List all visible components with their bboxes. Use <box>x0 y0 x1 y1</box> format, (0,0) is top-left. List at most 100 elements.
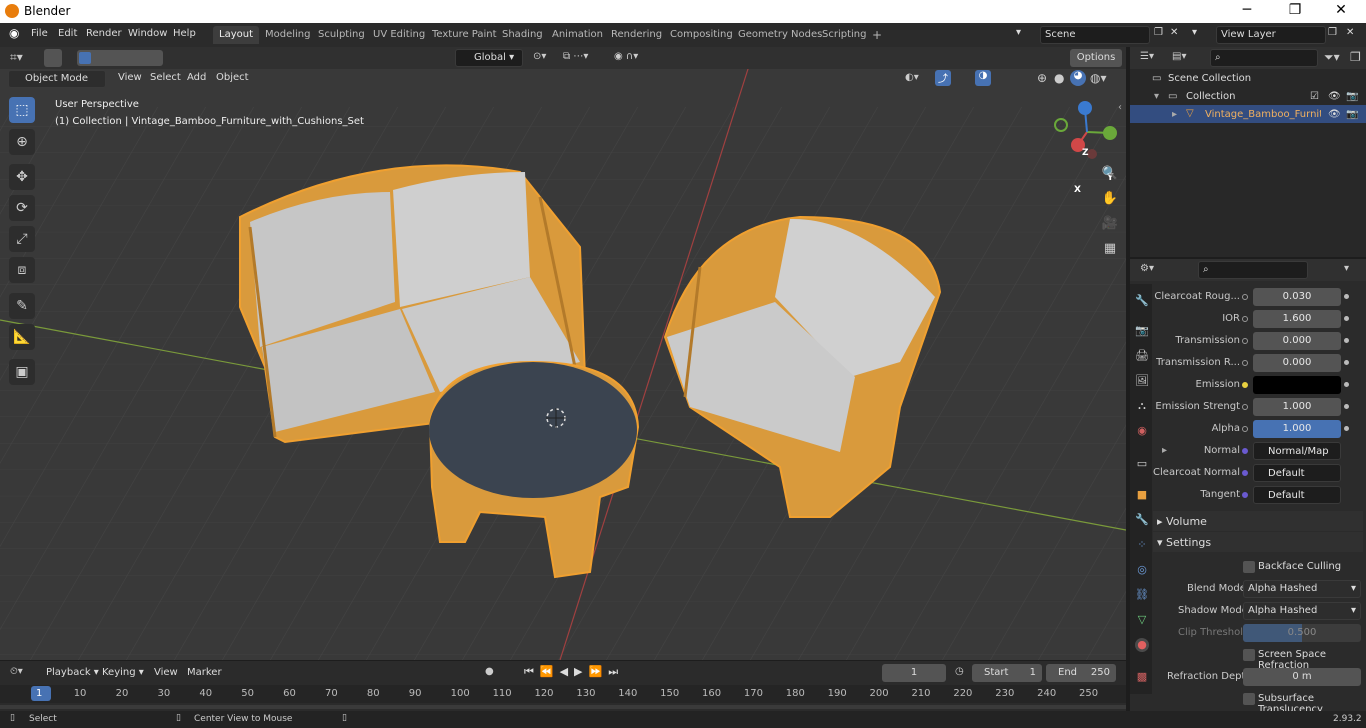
keyframe-icon[interactable] <box>1344 316 1349 321</box>
timeline-menu-playback[interactable]: Playback ▾ <box>46 667 99 678</box>
start-frame-field[interactable]: Start 1 <box>972 664 1042 682</box>
emission-color-field[interactable] <box>1253 376 1341 394</box>
properties-options-icon[interactable]: ▾ <box>1344 263 1349 274</box>
tab-texture-paint[interactable]: Texture Paint <box>426 26 503 44</box>
outliner-search-input[interactable]: ⌕ <box>1210 49 1318 67</box>
object-label[interactable]: Vintage_Bamboo_Furnitu <box>1205 109 1321 120</box>
view-layer-remove-icon[interactable]: ✕ <box>1346 27 1354 38</box>
normal-field[interactable]: Normal/Map <box>1253 442 1341 460</box>
timeline-scrollbar[interactable] <box>0 705 1126 709</box>
scene-collection-label[interactable]: Scene Collection <box>1168 73 1251 84</box>
shading-material-icon[interactable]: ◕ <box>1070 70 1086 86</box>
object-eye-icon[interactable]: 👁 <box>1328 109 1341 120</box>
tangent-field[interactable]: Default <box>1253 486 1341 504</box>
transmission-roughness-field[interactable]: 0.000 <box>1253 354 1341 372</box>
menu-window[interactable]: Window <box>128 28 167 39</box>
menu-edit[interactable]: Edit <box>58 28 77 39</box>
annotate-tool[interactable]: ✎ <box>9 293 35 319</box>
overlay-toggle-icon[interactable]: ◑ <box>975 70 991 86</box>
viewport-menu-select[interactable]: Select <box>150 72 181 83</box>
view-layer-icon[interactable]: ▾ <box>1192 27 1197 38</box>
zoom-icon[interactable]: 🔍 <box>1099 163 1121 185</box>
constraints-tab-icon[interactable]: ⛓ <box>1135 588 1149 602</box>
tab-modeling[interactable]: Modeling <box>259 26 317 44</box>
tool-settings-icon[interactable] <box>44 49 62 67</box>
end-frame-field[interactable]: End 250 <box>1046 664 1116 682</box>
transform-orientation-dropdown[interactable]: Global ▾ <box>455 49 523 67</box>
properties-editor-icon[interactable]: ⚙▾ <box>1140 263 1154 274</box>
sidebar-toggle-icon[interactable]: ‹ <box>1118 102 1122 113</box>
tab-scripting[interactable]: Scripting <box>816 26 872 44</box>
tab-shading[interactable]: Shading <box>496 26 549 44</box>
tab-animation[interactable]: Animation <box>546 26 609 44</box>
select-new-icon[interactable] <box>79 52 91 64</box>
keyframe-icon[interactable] <box>1344 360 1349 365</box>
snap-icon[interactable]: ⧉ ⋯▾ <box>563 51 588 62</box>
select-box-tool[interactable]: ⬚ <box>9 97 35 123</box>
menu-render[interactable]: Render <box>86 28 122 39</box>
scene-icon[interactable]: ▾ <box>1016 27 1021 38</box>
viewport-menu-add[interactable]: Add <box>187 72 206 83</box>
outliner-editor-icon[interactable]: ☰▾ <box>1140 51 1154 62</box>
gizmo-toggle-icon[interactable]: ⤴ <box>935 70 951 86</box>
playback-controls[interactable]: ⏮⏪◀▶⏩⏭ <box>524 665 624 679</box>
add-cube-tool[interactable]: ▣ <box>9 359 35 385</box>
sss-checkbox[interactable] <box>1243 693 1255 705</box>
mode-dropdown[interactable]: Object Mode <box>8 70 106 88</box>
pivot-point-icon[interactable]: ⊙▾ <box>533 51 546 62</box>
scene-copy-icon[interactable]: ❐ <box>1154 27 1163 38</box>
pan-hand-icon[interactable]: ✋ <box>1099 188 1121 210</box>
tab-geometry-nodes[interactable]: Geometry Nodes <box>732 26 828 44</box>
scene-remove-icon[interactable]: ✕ <box>1170 27 1178 38</box>
timeline-editor-icon[interactable]: ⏲▾ <box>10 666 23 677</box>
collection-eye-icon[interactable]: 👁 <box>1328 91 1341 102</box>
options-button[interactable]: Options <box>1070 49 1122 67</box>
viewport-menu-object[interactable]: Object <box>216 72 249 83</box>
refraction-depth-field[interactable]: 0 m <box>1243 668 1361 686</box>
collection-tab-icon[interactable]: ▭ <box>1135 457 1149 471</box>
view-layer-field[interactable]: View Layer <box>1216 26 1326 44</box>
properties-search-input[interactable]: ⌕ <box>1198 261 1308 279</box>
view-layer-tab-icon[interactable]: 🖼 <box>1135 374 1149 388</box>
move-tool[interactable]: ✥ <box>9 164 35 190</box>
collection-checkbox-icon[interactable]: ☑ <box>1310 91 1319 102</box>
keyframe-icon[interactable] <box>1344 426 1349 431</box>
output-tab-icon[interactable]: 🖨 <box>1135 349 1149 363</box>
transmission-field[interactable]: 0.000 <box>1253 332 1341 350</box>
add-workspace-icon[interactable]: + <box>866 26 888 44</box>
keyframe-icon[interactable] <box>1344 382 1349 387</box>
physics-tab-icon[interactable]: ◎ <box>1135 563 1149 577</box>
collection-label[interactable]: Collection <box>1186 91 1235 102</box>
tab-rendering[interactable]: Rendering <box>605 26 668 44</box>
shading-solid-icon[interactable]: ● <box>1054 71 1064 85</box>
ior-field[interactable]: 1.600 <box>1253 310 1341 328</box>
particles-tab-icon[interactable]: ⁘ <box>1135 538 1149 552</box>
minimize-icon[interactable]: ─ <box>1232 2 1262 18</box>
measure-tool[interactable]: 📐 <box>9 324 35 350</box>
tool-tab-icon[interactable]: 🔧 <box>1135 294 1149 308</box>
ortho-grid-icon[interactable]: ▦ <box>1099 238 1121 260</box>
object-expand-icon[interactable]: ▸ <box>1172 109 1177 120</box>
material-tab-icon[interactable]: ● <box>1135 638 1149 652</box>
transform-tool[interactable]: ⧈ <box>9 257 35 283</box>
settings-section[interactable]: ▾ Settings <box>1157 536 1211 549</box>
volume-section[interactable]: ▸ Volume <box>1157 515 1207 528</box>
object-tab-icon[interactable]: ■ <box>1135 488 1149 502</box>
cursor-tool[interactable]: ⊕ <box>9 129 35 155</box>
keyframe-icon[interactable] <box>1344 338 1349 343</box>
tab-uv-editing[interactable]: UV Editing <box>367 26 431 44</box>
clearcoat-normal-field[interactable]: Default <box>1253 464 1341 482</box>
render-tab-icon[interactable]: 📷 <box>1135 324 1149 338</box>
data-tab-icon[interactable]: ▽ <box>1135 613 1149 627</box>
clearcoat-roughness-field[interactable]: 0.030 <box>1253 288 1341 306</box>
emission-strength-field[interactable]: 1.000 <box>1253 398 1341 416</box>
normal-expand-icon[interactable]: ▸ <box>1162 445 1167 456</box>
tab-compositing[interactable]: Compositing <box>664 26 739 44</box>
viewport-menu-view[interactable]: View <box>118 72 142 83</box>
modifier-tab-icon[interactable]: 🔧 <box>1135 513 1149 527</box>
blend-mode-dropdown[interactable]: Alpha Hashed ▾ <box>1243 580 1361 598</box>
menu-help[interactable]: Help <box>173 28 196 39</box>
camera-view-icon[interactable]: 🎥 <box>1099 213 1121 235</box>
visibility-icon[interactable]: ◐▾ <box>905 72 919 83</box>
editor-type-icon[interactable]: ⌗▾ <box>10 50 23 65</box>
